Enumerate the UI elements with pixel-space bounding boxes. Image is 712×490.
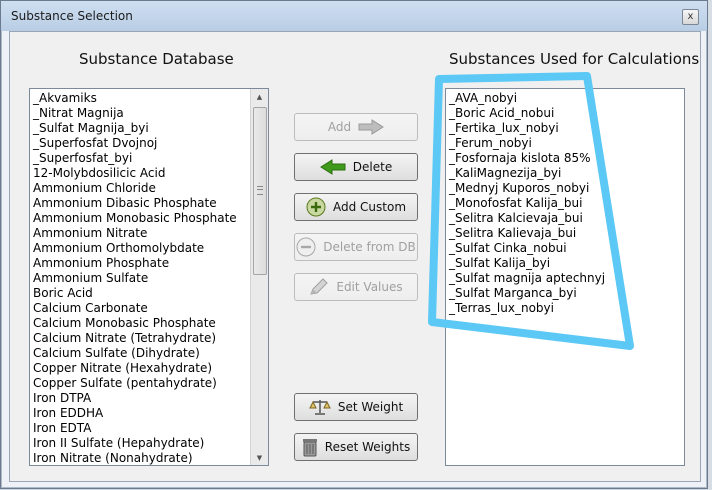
- dialog-body: Substance Database Substances Used for C…: [9, 31, 701, 482]
- substance-database-item[interactable]: _Superfosfat Dvojnoj: [33, 136, 268, 151]
- close-button[interactable]: x: [682, 9, 699, 25]
- substance-database-item[interactable]: _Akvamiks: [33, 91, 268, 106]
- window-title: Substance Selection: [11, 9, 133, 23]
- reset-weights-label: Reset Weights: [324, 440, 411, 454]
- substance-database-item[interactable]: Copper Sulfate (pentahydrate): [33, 376, 268, 391]
- used-substance-item[interactable]: _AVA_nobyi: [449, 91, 684, 106]
- scales-icon: [309, 398, 331, 416]
- used-substance-item[interactable]: _Selitra Kalievaja_bui: [449, 226, 684, 241]
- title-bar: Substance Selection x: [1, 1, 707, 31]
- left-list-scrollbar[interactable]: ▲ ▼: [250, 89, 268, 465]
- used-substance-item[interactable]: _Sulfat Marganca_byi: [449, 286, 684, 301]
- substance-database-item[interactable]: _Superfosfat_byi: [33, 151, 268, 166]
- delete-from-db-button[interactable]: Delete from DB: [294, 233, 418, 261]
- reset-weights-button[interactable]: Reset Weights: [294, 433, 418, 461]
- substance-database-list[interactable]: _Akvamiks _Nitrat Magnija _Sulfat Magnija_…: [29, 88, 269, 466]
- trash-can-icon: [302, 437, 318, 457]
- plus-circle-icon: [306, 197, 326, 217]
- scroll-down-icon[interactable]: ▼: [251, 450, 268, 465]
- add-custom-label: Add Custom: [332, 200, 407, 214]
- add-button[interactable]: Add: [294, 113, 418, 141]
- substance-database-item[interactable]: Ammonium Monobasic Phosphate: [33, 211, 268, 226]
- used-substance-item[interactable]: _Monofosfat Kalija_bui: [449, 196, 684, 211]
- substance-database-item[interactable]: Ammonium Dibasic Phosphate: [33, 196, 268, 211]
- substance-database-item[interactable]: _Sulfat Magnija_byi: [33, 121, 268, 136]
- substance-database-item[interactable]: Calcium Carbonate: [33, 301, 268, 316]
- substance-database-item[interactable]: _Nitrat Magnija: [33, 106, 268, 121]
- substance-database-item[interactable]: Ammonium Sulfate: [33, 271, 268, 286]
- minus-circle-icon: [296, 237, 316, 257]
- substance-database-item[interactable]: Calcium Monobasic Phosphate: [33, 316, 268, 331]
- delete-button[interactable]: Delete: [294, 153, 418, 181]
- substance-database-item[interactable]: Ammonium Phosphate: [33, 256, 268, 271]
- substance-database-item[interactable]: Calcium Nitrate (Tetrahydrate): [33, 331, 268, 346]
- left-arrow-icon: [319, 159, 346, 175]
- used-substance-item[interactable]: _Terras_lux_nobyi: [449, 301, 684, 316]
- set-weight-button[interactable]: Set Weight: [294, 393, 418, 421]
- right-arrow-icon: [358, 119, 385, 135]
- used-substance-item[interactable]: _KaliMagnezija_byi: [449, 166, 684, 181]
- used-substance-item[interactable]: _Sulfat magnija aptechnyj: [449, 271, 684, 286]
- used-substance-item[interactable]: _Fertika_lux_nobyi: [449, 121, 684, 136]
- add-custom-button[interactable]: Add Custom: [294, 193, 418, 221]
- used-substances-list[interactable]: _AVA_nobyi _Boric Acid_nobui _Fertika_lux_…: [445, 88, 685, 466]
- set-weight-label: Set Weight: [337, 400, 404, 414]
- used-substance-item[interactable]: _Sulfat Cinka_nobui: [449, 241, 684, 256]
- used-substance-item[interactable]: _Mednyj Kuporos_nobyi: [449, 181, 684, 196]
- substance-database-item[interactable]: Boric Acid: [33, 286, 268, 301]
- substance-database-item[interactable]: Iron EDTA: [33, 421, 268, 436]
- substance-database-heading: Substance Database: [79, 50, 234, 68]
- used-substances-heading: Substances Used for Calculations: [449, 50, 700, 68]
- substance-database-item[interactable]: Iron II Sulfate (Hepahydrate): [33, 436, 268, 451]
- substance-database-item[interactable]: Ammonium Orthomolybdate: [33, 241, 268, 256]
- substance-database-item[interactable]: Ammonium Nitrate: [33, 226, 268, 241]
- used-substance-item[interactable]: _Fosfornaja kislota 85%: [449, 151, 684, 166]
- substance-selection-dialog: Substance Selection x Substance Database…: [0, 0, 708, 489]
- pencil-icon: [309, 278, 329, 296]
- used-substance-item[interactable]: _Ferum_nobyi: [449, 136, 684, 151]
- used-substance-item[interactable]: _Sulfat Kalija_byi: [449, 256, 684, 271]
- delete-button-label: Delete: [352, 160, 393, 174]
- close-icon: x: [687, 11, 694, 22]
- add-button-label: Add: [327, 120, 352, 134]
- substance-database-item[interactable]: Iron Nitrate (Nonahydrate): [33, 451, 268, 465]
- substance-database-item[interactable]: 12-Molybdosilicic Acid: [33, 166, 268, 181]
- used-substance-item[interactable]: _Boric Acid_nobui: [449, 106, 684, 121]
- used-substance-item[interactable]: _Selitra Kalcievaja_bui: [449, 211, 684, 226]
- substance-database-item[interactable]: Calcium Sulfate (Dihydrate): [33, 346, 268, 361]
- scroll-up-icon[interactable]: ▲: [251, 89, 268, 104]
- edit-values-label: Edit Values: [336, 280, 403, 294]
- substance-database-item[interactable]: Ammonium Chloride: [33, 181, 268, 196]
- scroll-thumb[interactable]: [253, 107, 267, 275]
- substance-database-item[interactable]: Iron DTPA: [33, 391, 268, 406]
- substance-database-item[interactable]: Copper Nitrate (Hexahydrate): [33, 361, 268, 376]
- substance-database-item[interactable]: Iron EDDHA: [33, 406, 268, 421]
- delete-from-db-label: Delete from DB: [323, 240, 416, 254]
- edit-values-button[interactable]: Edit Values: [294, 273, 418, 301]
